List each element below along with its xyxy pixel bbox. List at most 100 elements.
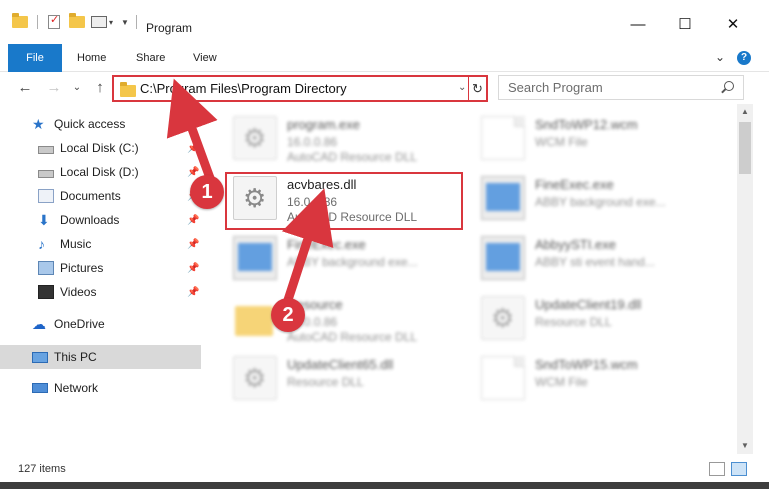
tab-home[interactable]: Home <box>77 44 106 72</box>
view-properties-icon[interactable] <box>91 12 107 32</box>
sidebar-item-label: Videos <box>60 285 97 299</box>
sidebar-item-quick-access[interactable]: ★ Quick access <box>32 113 125 135</box>
downloads-icon: ⬇ <box>38 212 50 228</box>
scroll-down-button[interactable]: ▼ <box>737 438 753 454</box>
music-icon: ♪ <box>38 236 45 252</box>
minimize-button[interactable]: — <box>615 14 661 34</box>
pictures-icon <box>38 261 54 275</box>
address-bar[interactable]: C:\Program Files\Program Directory ⌄ ↻ <box>112 75 488 102</box>
sidebar-item-label: Network <box>54 381 99 395</box>
drive-icon <box>38 170 54 178</box>
address-dropdown-icon[interactable]: ⌄ <box>458 82 466 93</box>
new-folder-icon[interactable] <box>69 12 85 32</box>
file-detail: AutoCAD Resource DLL <box>287 150 418 164</box>
file-detail: Resource DLL <box>535 315 612 329</box>
recent-locations-button[interactable]: ⌄ <box>66 78 88 98</box>
sidebar-item-label: OneDrive <box>54 317 105 331</box>
file-detail: AutoCAD Resource DLL <box>287 330 418 344</box>
document-file-icon <box>481 356 525 400</box>
status-bar: 127 items <box>0 456 769 482</box>
file-detail: Resource DLL <box>287 375 364 389</box>
application-icon <box>481 236 525 280</box>
file-item[interactable]: UpdateClient65.dll Resource DLL <box>225 352 471 408</box>
back-button[interactable]: ← <box>14 78 36 98</box>
sidebar-item-local-disk-d[interactable]: Local Disk (D:) <box>38 161 139 183</box>
file-name: program.exe <box>287 117 360 132</box>
step-badge-1: 1 <box>190 175 224 209</box>
file-item[interactable]: SndToWP12.wcm WCM File <box>473 112 719 168</box>
search-box[interactable] <box>498 75 744 100</box>
sidebar-item-downloads[interactable]: ⬇ Downloads <box>38 209 119 231</box>
sidebar-item-label: Documents <box>60 189 121 203</box>
pin-icon[interactable]: 📌 <box>187 143 199 154</box>
file-name: SndToWP12.wcm <box>535 117 638 132</box>
sidebar-item-videos[interactable]: Videos <box>38 281 96 303</box>
sidebar-item-local-disk-c[interactable]: Local Disk (C:) <box>38 137 139 159</box>
up-button[interactable]: ↑ <box>89 78 111 98</box>
scroll-up-button[interactable]: ▲ <box>737 104 753 120</box>
file-name: AbbyySTI.exe <box>535 237 616 252</box>
tab-share[interactable]: Share <box>136 44 165 72</box>
sidebar-item-this-pc[interactable]: This PC <box>32 346 97 368</box>
sidebar-item-network[interactable]: Network <box>32 377 98 399</box>
file-detail: ABBY background exe... <box>287 255 418 269</box>
sidebar-item-label: Local Disk (D:) <box>60 165 139 179</box>
sidebar-item-music[interactable]: ♪ Music <box>38 233 91 255</box>
folder-icon <box>120 82 136 97</box>
pin-icon[interactable]: 📌 <box>187 215 199 226</box>
customize-toolbar-icon[interactable]: ▼ <box>121 12 129 32</box>
drive-icon <box>38 146 54 154</box>
videos-icon <box>38 285 54 299</box>
file-item[interactable]: AbbyySTI.exe ABBY sti event hand... <box>473 232 719 288</box>
help-icon[interactable]: ? <box>737 51 751 65</box>
title-bar: ▾ ▼ Program — ☐ ✕ <box>0 0 769 44</box>
file-item[interactable]: program.exe 16.0.0.86 AutoCAD Resource D… <box>225 112 471 168</box>
search-input[interactable] <box>499 76 719 99</box>
file-list: program.exe 16.0.0.86 AutoCAD Resource D… <box>203 104 737 454</box>
scroll-thumb[interactable] <box>739 122 751 174</box>
step-badge-2: 2 <box>271 298 305 332</box>
refresh-button[interactable]: ↻ <box>468 77 486 100</box>
search-icon[interactable] <box>724 81 734 91</box>
sidebar-item-pictures[interactable]: Pictures <box>38 257 103 279</box>
pin-icon[interactable]: 📌 <box>187 239 199 250</box>
details-view-icon[interactable] <box>709 462 725 476</box>
expand-ribbon-icon[interactable]: ⌄ <box>715 50 725 64</box>
sidebar-item-label: This PC <box>54 350 97 364</box>
maximize-button[interactable]: ☐ <box>662 14 708 34</box>
properties-check-icon[interactable] <box>48 12 60 32</box>
file-name: UpdateClient19.dll <box>535 297 642 312</box>
file-detail: ABBY sti event hand... <box>535 255 655 269</box>
tiles-view-icon[interactable] <box>731 462 747 476</box>
file-name: FineExec.exe <box>287 237 366 252</box>
tab-view[interactable]: View <box>193 44 217 72</box>
tab-file[interactable]: File <box>8 44 62 72</box>
sidebar-item-documents[interactable]: Documents <box>38 185 121 207</box>
sidebar-item-label: Music <box>60 237 92 251</box>
selected-item-highlight <box>0 345 201 369</box>
sidebar-item-label: Local Disk (C:) <box>60 141 139 155</box>
highlight-box <box>225 172 463 230</box>
file-item[interactable]: Resource 16.0.0.86 AutoCAD Resource DLL <box>225 292 471 348</box>
close-button[interactable]: ✕ <box>710 14 756 34</box>
chevron-down-icon[interactable]: ▾ <box>109 12 113 32</box>
file-item[interactable]: UpdateClient19.dll Resource DLL <box>473 292 719 348</box>
taskbar-edge <box>0 482 769 489</box>
documents-icon <box>38 189 54 203</box>
file-detail: WCM File <box>535 135 588 149</box>
forward-button[interactable]: → <box>43 78 65 98</box>
sidebar-item-onedrive[interactable]: ☁ OneDrive <box>32 313 105 335</box>
pin-icon[interactable]: 📌 <box>187 287 199 298</box>
navigation-pane: ★ Quick access Local Disk (C:) 📌 Local D… <box>0 104 203 454</box>
file-item[interactable]: SndToWP15.wcm WCM File <box>473 352 719 408</box>
file-item[interactable]: FineExec.exe ABBY background exe... <box>473 172 719 228</box>
file-item[interactable]: FineExec.exe ABBY background exe... <box>225 232 471 288</box>
document-file-icon <box>481 116 525 160</box>
vertical-scrollbar[interactable]: ▲ ▼ <box>737 104 753 454</box>
pin-icon[interactable]: 📌 <box>187 263 199 274</box>
cloud-icon: ☁ <box>32 316 46 332</box>
address-path[interactable]: C:\Program Files\Program Directory <box>140 81 347 96</box>
exe-file-icon <box>233 116 277 160</box>
file-name: UpdateClient65.dll <box>287 357 394 372</box>
sidebar-item-label: Downloads <box>60 213 120 227</box>
